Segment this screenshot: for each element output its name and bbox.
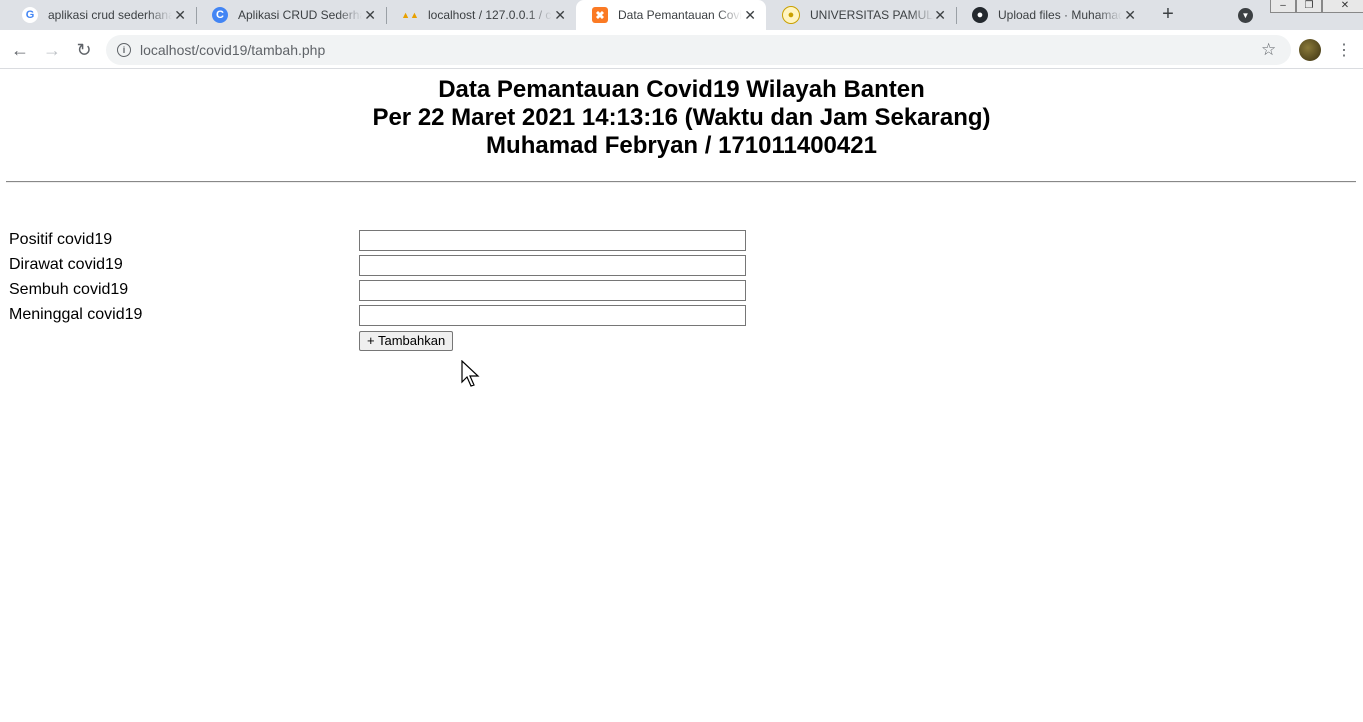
positif-label: Positif covid19 [9, 231, 113, 248]
close-tab-icon[interactable]: ✕ [934, 8, 946, 22]
meninggal-label: Meninggal covid19 [9, 306, 143, 323]
page-heading: Data Pemantauan Covid19 Wilayah Banten P… [0, 76, 1363, 160]
close-tab-icon[interactable]: ✕ [1124, 8, 1136, 22]
bookmark-star-icon[interactable]: ☆ [1261, 40, 1276, 60]
chrome-c-icon: C [212, 7, 228, 23]
page-date-line: Per 22 Maret 2021 14:13:16 (Waktu dan Ja… [372, 104, 991, 131]
tab-search-chevron-icon[interactable]: ▼ [1238, 8, 1253, 23]
tab-strip: G aplikasi crud sederhana ✕ C Aplikasi C… [0, 0, 1363, 30]
sembuh-label: Sembuh covid19 [9, 281, 129, 298]
tab-aplikasi-crud-google[interactable]: G aplikasi crud sederhana ✕ [6, 0, 196, 30]
tab-github-upload[interactable]: ● Upload files · Muhamad ✕ [956, 0, 1146, 30]
google-icon: G [22, 7, 38, 23]
close-window-icon[interactable]: ✕ [1322, 0, 1363, 13]
tab-universitas-pamulang[interactable]: ● UNIVERSITAS PAMULANG ✕ [766, 0, 956, 30]
close-tab-icon[interactable]: ✕ [364, 8, 376, 22]
reload-icon[interactable]: ↻ [74, 40, 94, 60]
forward-arrow-icon[interactable]: → [42, 40, 62, 60]
site-info-icon[interactable]: i [117, 43, 131, 57]
new-tab-plus-icon[interactable]: + [1158, 4, 1178, 24]
profile-avatar[interactable] [1299, 39, 1321, 61]
url-text[interactable]: localhost/covid19/tambah.php [140, 42, 325, 58]
close-tab-icon[interactable]: ✕ [744, 8, 756, 22]
github-icon: ● [972, 7, 988, 23]
xampp-icon: ✖ [592, 7, 608, 23]
phpmyadmin-icon: ▲▲ [401, 10, 419, 20]
meninggal-input[interactable] [359, 305, 746, 326]
positif-input[interactable] [359, 230, 746, 251]
back-arrow-icon[interactable]: ← [10, 40, 30, 60]
restore-icon[interactable]: ❐ [1296, 0, 1322, 13]
close-tab-icon[interactable]: ✕ [174, 8, 186, 22]
window-controls: – ❐ ✕ [1270, 0, 1363, 16]
kebab-menu-icon[interactable]: ⋮ [1336, 40, 1352, 60]
tab-phpmyadmin[interactable]: ▲▲ localhost / 127.0.0.1 / covid ✕ [386, 0, 576, 30]
page-author-line: Muhamad Febryan / 171011400421 [486, 132, 877, 159]
minimize-icon[interactable]: – [1270, 0, 1296, 13]
tab-aplikasi-crud[interactable]: C Aplikasi CRUD Sederhana ✕ [196, 0, 386, 30]
mouse-cursor-icon [461, 360, 480, 387]
sembuh-input[interactable] [359, 280, 746, 301]
dirawat-label: Dirawat covid19 [9, 256, 123, 273]
divider [6, 181, 1356, 183]
close-tab-icon[interactable]: ✕ [554, 8, 566, 22]
tab-data-pemantauan-covid[interactable]: ✖ Data Pemantauan Covid19 ✕ [576, 0, 766, 30]
dirawat-input[interactable] [359, 255, 746, 276]
page-title: Data Pemantauan Covid19 Wilayah Banten [438, 76, 925, 103]
unpam-icon: ● [782, 6, 800, 24]
tambahkan-button[interactable]: + Tambahkan [359, 331, 454, 351]
